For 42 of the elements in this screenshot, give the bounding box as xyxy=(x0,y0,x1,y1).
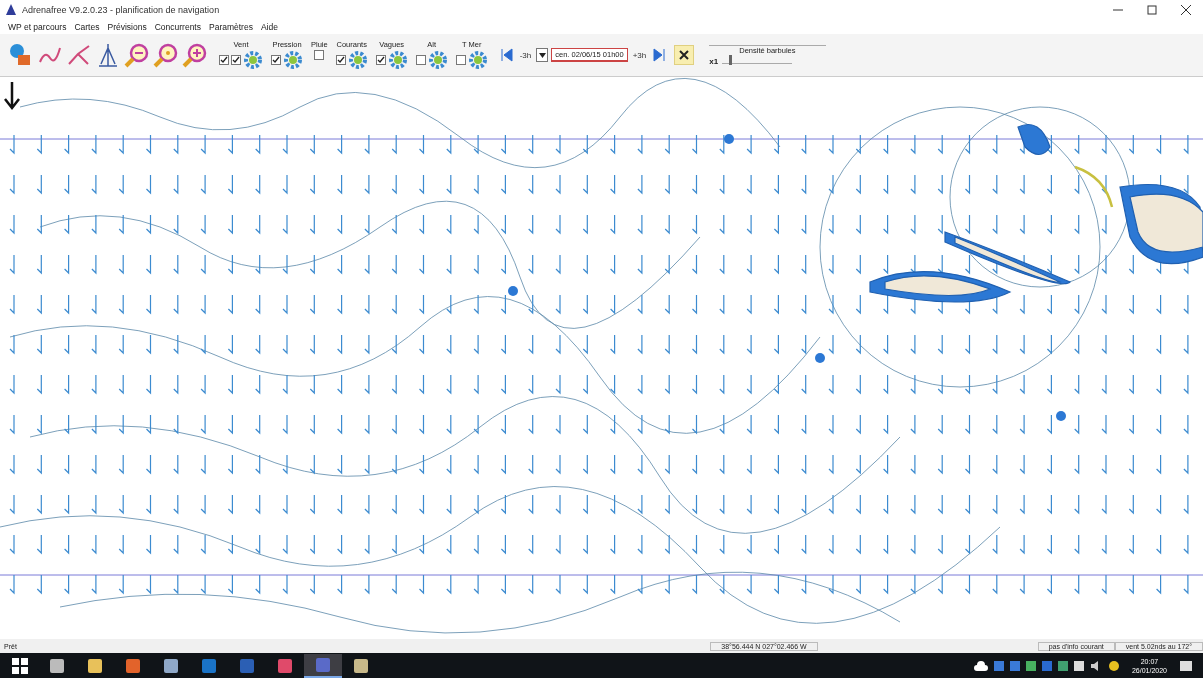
cloud-icon[interactable] xyxy=(973,660,988,671)
window-title: Adrenafree V9.2.0.23 - planification de navigation xyxy=(22,5,220,15)
layer-checkbox[interactable] xyxy=(271,55,281,65)
close-icon xyxy=(1181,5,1191,15)
layer-checkbox[interactable] xyxy=(455,55,466,65)
menu-item[interactable]: Prévisions xyxy=(107,22,147,32)
menu-item[interactable]: WP et parcours xyxy=(8,22,67,32)
layer-checkbox[interactable] xyxy=(314,50,325,60)
gear-icon[interactable] xyxy=(427,50,448,70)
tray-icon[interactable] xyxy=(1057,660,1068,671)
skip-back-icon[interactable] xyxy=(498,47,515,63)
zoom-out-icon[interactable] xyxy=(124,42,150,68)
dropdown-button[interactable] xyxy=(536,48,549,62)
tray-icon[interactable] xyxy=(1025,660,1036,671)
caret-icon xyxy=(538,52,546,58)
windows-start-icon[interactable] xyxy=(12,657,28,674)
menu-item[interactable]: Cartes xyxy=(74,22,100,32)
density-value: x1 xyxy=(709,56,719,66)
clear-button[interactable] xyxy=(674,45,695,65)
zoom-in-icon[interactable] xyxy=(182,42,208,68)
notification-icon[interactable] xyxy=(1179,658,1193,673)
restore-icon xyxy=(1147,5,1157,15)
layer-checkbox[interactable] xyxy=(231,55,241,65)
sail-app-icon xyxy=(4,3,18,17)
arc-line xyxy=(1074,165,1114,208)
layer-checkbox[interactable] xyxy=(335,55,346,65)
down-arrow-icon xyxy=(3,80,21,111)
density-slider[interactable] xyxy=(722,58,793,64)
zoom-icon[interactable] xyxy=(153,42,179,68)
step-forward-button[interactable]: +3h xyxy=(630,48,649,62)
gear-icon[interactable] xyxy=(467,50,488,70)
layer-checkbox[interactable] xyxy=(219,55,229,65)
layer-checkbox[interactable] xyxy=(415,55,426,65)
menu-item[interactable]: Concurrents xyxy=(154,22,201,32)
tray-icon[interactable] xyxy=(1073,660,1084,671)
menu-item[interactable]: Aide xyxy=(260,22,278,32)
sail-app-button[interactable] xyxy=(304,653,342,678)
step-back-button[interactable]: -3h xyxy=(517,48,534,62)
cross-icon xyxy=(679,50,690,60)
skip-forward-icon[interactable] xyxy=(651,47,668,63)
menu-item[interactable]: Paramètres xyxy=(209,22,253,32)
layer-checkbox[interactable] xyxy=(375,55,386,65)
